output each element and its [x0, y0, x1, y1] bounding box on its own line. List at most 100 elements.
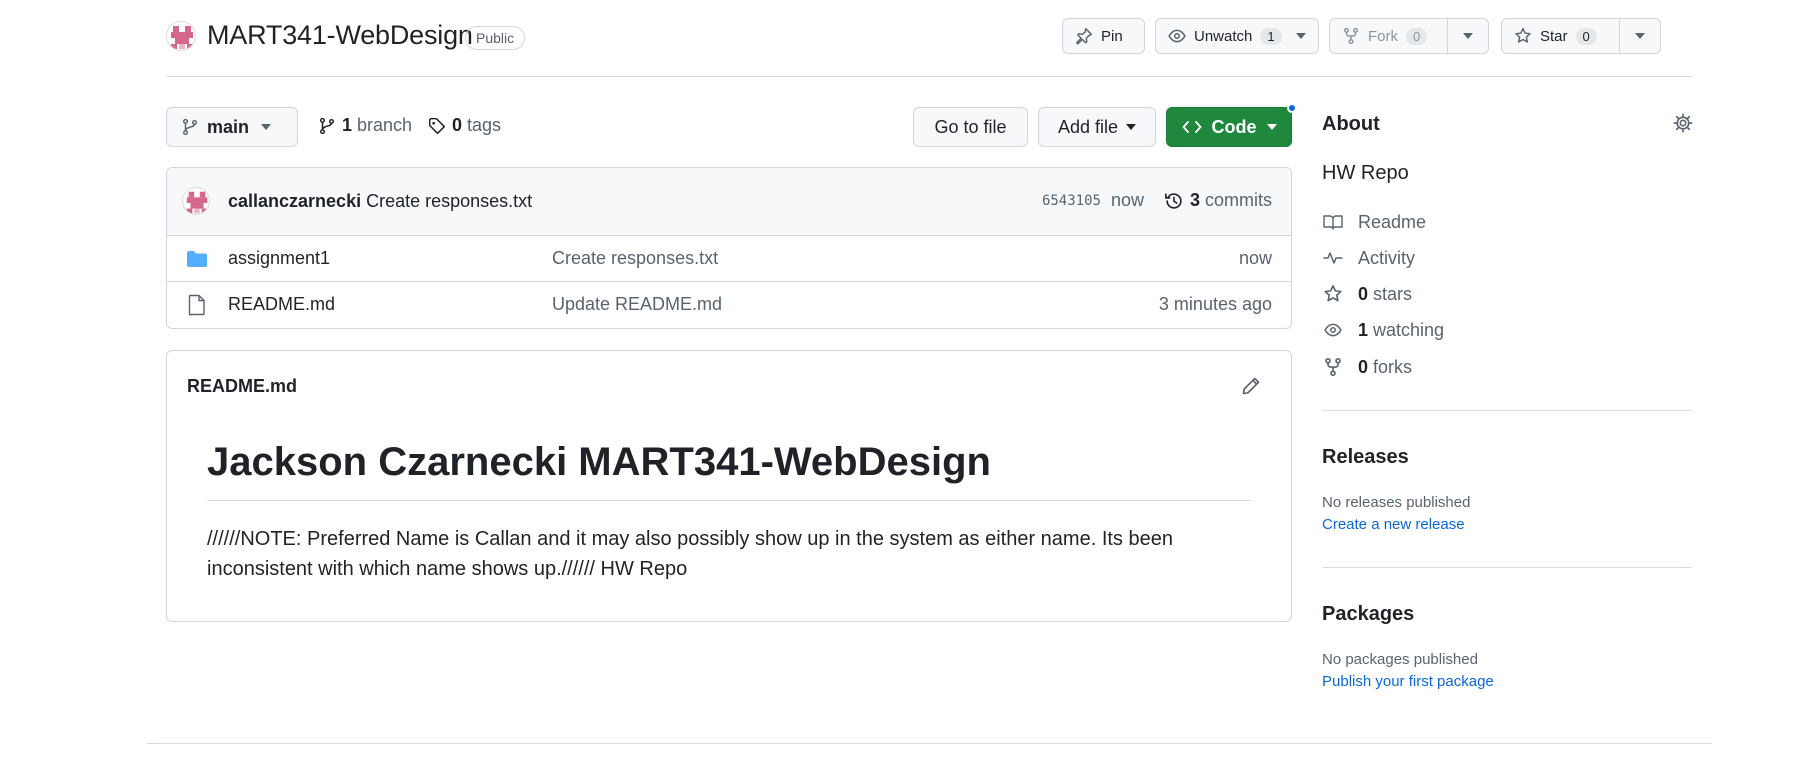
readme-link-label: Readme [1358, 211, 1427, 232]
commit-label: commits [1205, 190, 1272, 210]
activity-link-label: Activity [1358, 247, 1416, 268]
star-icon [1322, 284, 1344, 304]
commit-message[interactable]: Create responses.txt [366, 191, 532, 211]
tags-link[interactable]: 0 tags [428, 115, 501, 136]
fork-icon [1322, 357, 1344, 377]
pencil-icon [1241, 377, 1261, 400]
file-icon [188, 294, 206, 321]
code-label: Code [1211, 116, 1257, 137]
file-time: 3 minutes ago [1158, 294, 1272, 314]
star-button-group[interactable]: Star 0 [1501, 18, 1661, 54]
latest-commit-row: callanczarnecki Create responses.txt 654… [167, 168, 1291, 236]
chevron-down-icon [1295, 33, 1306, 39]
repo-avatar[interactable] [166, 21, 196, 51]
chevron-down-icon [261, 124, 272, 130]
releases-empty: No releases published [1322, 494, 1471, 511]
file-commit-message[interactable]: Create responses.txt [552, 248, 718, 269]
file-row[interactable]: assignment1 Create responses.txt now [167, 236, 1291, 282]
chevron-down-icon [1126, 124, 1137, 130]
commit-sha[interactable]: 6543105 [1042, 193, 1101, 209]
pin-button[interactable]: Pin [1062, 18, 1145, 54]
tag-icon [428, 117, 446, 135]
activity-link[interactable]: Activity [1322, 246, 1415, 270]
edit-readme-button[interactable] [1241, 376, 1261, 401]
watching-label: watching [1373, 319, 1445, 340]
code-button[interactable]: Code [1166, 107, 1292, 147]
file-commit-message[interactable]: Update README.md [552, 294, 722, 315]
file-name[interactable]: README.md [228, 294, 335, 315]
unwatch-button[interactable]: Unwatch 1 [1155, 18, 1319, 54]
chevron-down-icon [1634, 33, 1645, 39]
packages-title[interactable]: Packages [1322, 603, 1414, 626]
star-label: Star [1540, 27, 1568, 45]
star-button[interactable]: Star 0 [1502, 19, 1619, 53]
fork-label: Fork [1368, 27, 1398, 45]
pin-icon [1075, 27, 1093, 45]
book-icon [1322, 213, 1344, 231]
commit-meta: 6543105 now 3 commits [1042, 190, 1272, 211]
sidebar-divider [1322, 410, 1692, 411]
branch-label: branch [357, 115, 413, 135]
gear-icon [1673, 113, 1693, 137]
readme-body: //////NOTE: Preferred Name is Callan and… [207, 528, 1173, 580]
watching-count: 1 [1358, 319, 1369, 340]
pin-label: Pin [1101, 27, 1123, 45]
commits-link[interactable]: 3 commits [1164, 190, 1272, 211]
stars-count: 0 [1358, 283, 1369, 304]
add-file-label: Add file [1057, 116, 1119, 137]
fork-button-group[interactable]: Fork 0 [1329, 18, 1489, 54]
file-row[interactable]: README.md Update README.md 3 minutes ago [167, 282, 1291, 328]
fork-icon [1342, 27, 1360, 45]
stars-label: stars [1373, 283, 1413, 304]
packages-empty: No packages published [1322, 651, 1478, 668]
notification-dot [1287, 103, 1297, 113]
unwatch-label: Unwatch [1194, 27, 1253, 45]
sidebar-divider [1322, 567, 1692, 568]
pulse-icon [1322, 249, 1344, 267]
readme-link[interactable]: Readme [1322, 210, 1426, 234]
branch-name: main [207, 116, 250, 137]
about-title: About [1322, 113, 1380, 135]
footer-divider [146, 743, 1712, 744]
repo-title[interactable]: MART341-WebDesign [207, 20, 473, 51]
releases-title[interactable]: Releases [1322, 446, 1409, 469]
visibility-badge: Public [465, 26, 526, 50]
forks-link[interactable]: 0 forks [1322, 355, 1412, 379]
folder-icon [186, 250, 208, 273]
about-settings-button[interactable] [1673, 113, 1693, 138]
readme-heading-divider [207, 500, 1251, 501]
add-file-button[interactable]: Add file [1038, 107, 1156, 147]
readme-filename[interactable]: README.md [187, 376, 297, 397]
fork-dropdown[interactable] [1446, 19, 1488, 53]
tag-label: tags [467, 115, 502, 135]
git-branch-icon [318, 117, 336, 135]
history-icon [1164, 191, 1184, 211]
star-count: 0 [1575, 27, 1597, 45]
commit-author[interactable]: callanczarnecki [228, 191, 361, 211]
commit-count: 3 [1189, 190, 1200, 210]
watching-link[interactable]: 1 watching [1322, 318, 1444, 342]
tag-count: 0 [452, 115, 463, 135]
readme-heading: Jackson Czarnecki MART341-WebDesign [207, 440, 991, 484]
file-name[interactable]: assignment1 [228, 248, 330, 269]
forks-label: forks [1373, 356, 1413, 377]
git-branch-icon [181, 118, 199, 136]
star-dropdown[interactable] [1618, 19, 1660, 53]
branch-selector[interactable]: main [166, 107, 298, 147]
header-divider [166, 76, 1692, 77]
unwatch-count: 1 [1260, 27, 1282, 45]
go-to-file-button[interactable]: Go to file [913, 107, 1028, 147]
author-avatar[interactable] [182, 187, 210, 215]
eye-icon [1168, 27, 1186, 45]
branches-link[interactable]: 1 branch [318, 115, 412, 136]
file-time: now [1238, 248, 1272, 268]
chevron-down-icon [1462, 33, 1473, 39]
eye-icon [1322, 321, 1344, 339]
publish-package-link[interactable]: Publish your first package [1322, 673, 1494, 690]
about-description: HW Repo [1322, 162, 1409, 184]
forks-count: 0 [1358, 356, 1369, 377]
code-icon [1182, 118, 1202, 136]
create-release-link[interactable]: Create a new release [1322, 516, 1465, 533]
stars-link[interactable]: 0 stars [1322, 282, 1412, 306]
fork-button[interactable]: Fork 0 [1330, 19, 1447, 53]
